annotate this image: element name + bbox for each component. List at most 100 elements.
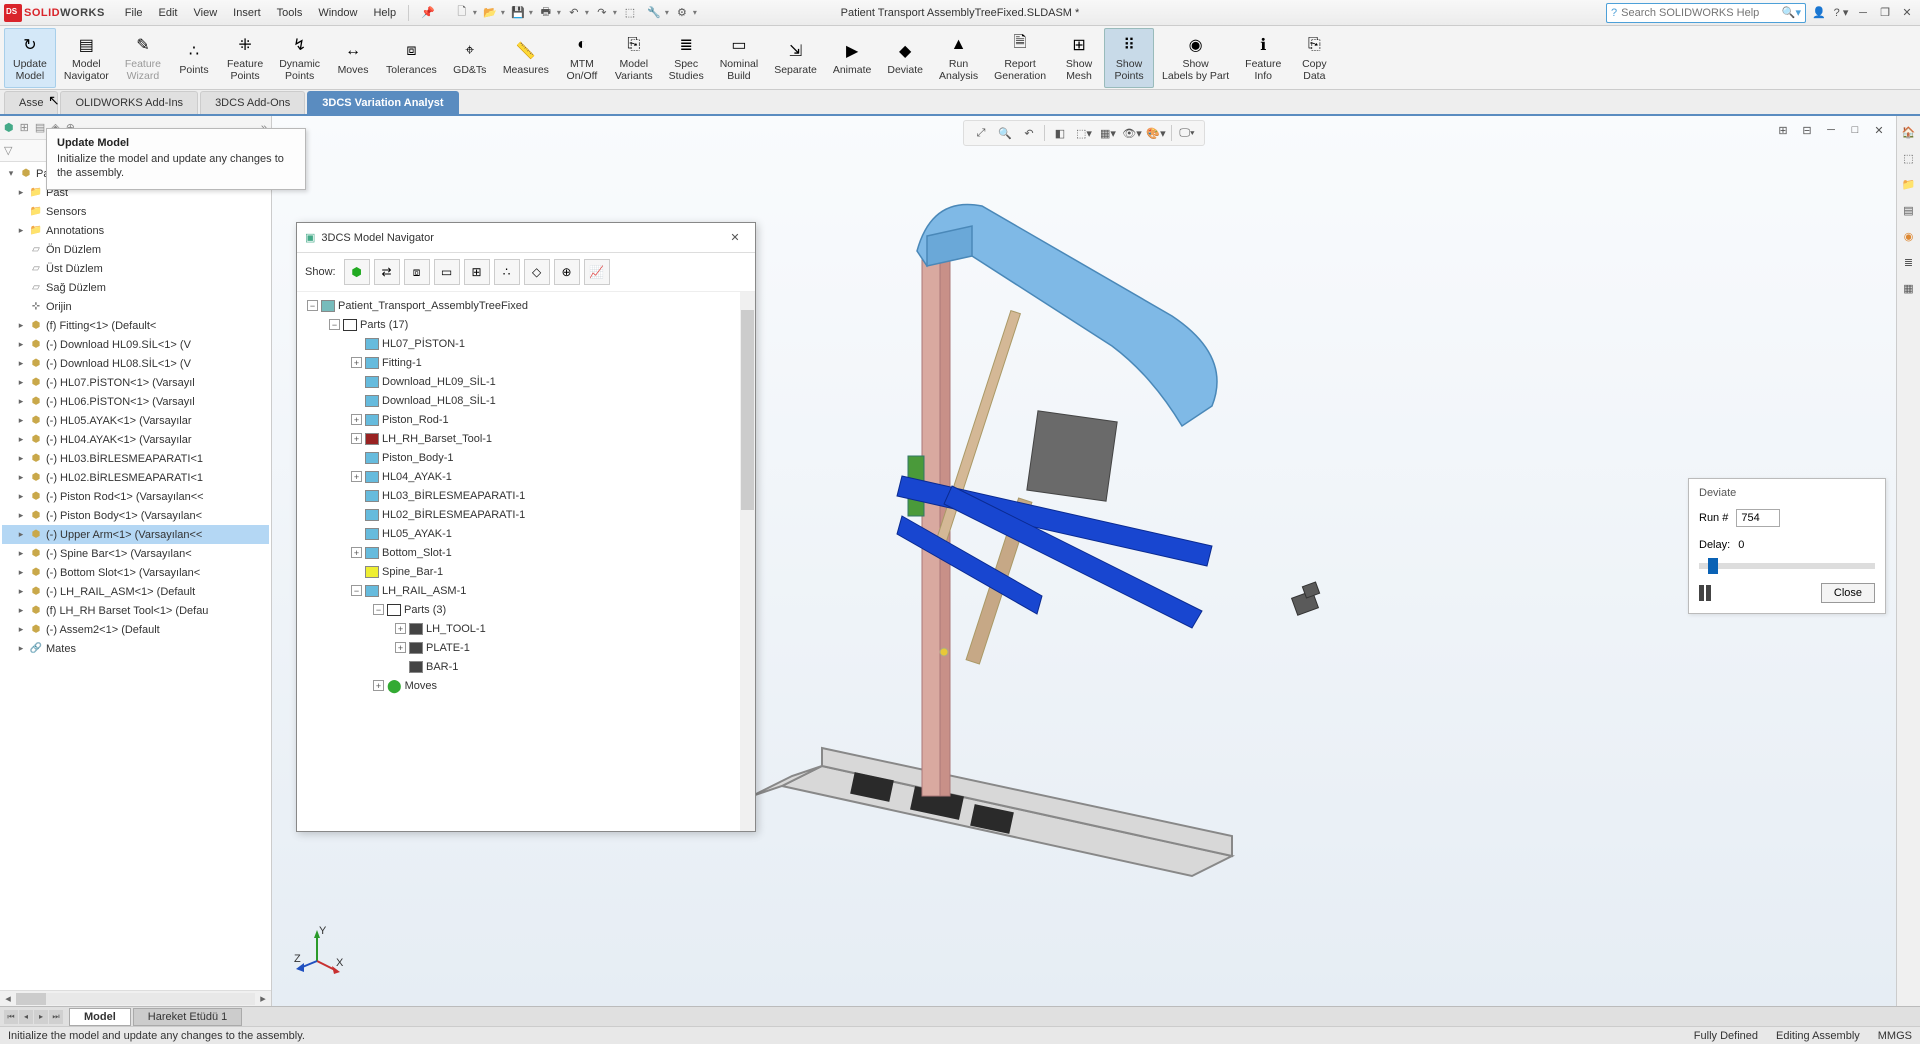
nav-tree-item[interactable]: −LH_RAIL_ASM-1 xyxy=(299,581,753,600)
nav-expand-icon[interactable]: + xyxy=(395,642,406,653)
ribbon-gd-ts[interactable]: ⌖GD&Ts xyxy=(445,28,495,88)
ribbon-animate[interactable]: ▶Animate xyxy=(825,28,880,88)
login-icon[interactable]: 👤 xyxy=(1810,4,1828,22)
nav-filter3-icon[interactable]: ⧈ xyxy=(404,259,430,285)
nav-tree-item[interactable]: Download_HL09_SİL-1 xyxy=(299,372,753,391)
tab-next-icon[interactable]: ▸ xyxy=(34,1010,48,1024)
tree-item[interactable]: ⊹Orijin xyxy=(2,297,269,316)
nav-filter9-icon[interactable]: 📈 xyxy=(584,259,610,285)
tree-item[interactable]: ▸⬢(f) Fitting<1> (Default< xyxy=(2,316,269,335)
nav-filter5-icon[interactable]: ⊞ xyxy=(464,259,490,285)
expand-icon[interactable]: ▸ xyxy=(16,567,26,578)
tree-h-scrollbar[interactable]: ◂ ▸ xyxy=(0,990,271,1006)
nav-expand-icon[interactable]: − xyxy=(329,319,340,330)
navigator-scroll-thumb[interactable] xyxy=(741,310,754,510)
ribbon-feature-info[interactable]: ℹFeatureInfo xyxy=(1237,28,1289,88)
tree-item[interactable]: ▸🔗Mates xyxy=(2,639,269,658)
search-icon[interactable]: 🔍▾ xyxy=(1782,6,1801,19)
ribbon-separate[interactable]: ⇲Separate xyxy=(766,28,825,88)
tree-item[interactable]: ▸⬢(-) HL06.PİSTON<1> (Varsayıl xyxy=(2,392,269,411)
ribbon-model-navigator[interactable]: ▤ModelNavigator xyxy=(56,28,117,88)
nav-tree-item[interactable]: −Parts (3) xyxy=(299,600,753,619)
tab-3dcs-add-ons[interactable]: 3DCS Add-Ons xyxy=(200,91,305,114)
feature-tree-tab-icon[interactable]: ⬢ xyxy=(4,121,14,134)
nav-tree-item[interactable]: +LH_TOOL-1 xyxy=(299,619,753,638)
nav-expand-icon[interactable]: + xyxy=(351,357,362,368)
print-icon[interactable]: 🖶 xyxy=(535,3,557,23)
nav-filter1-icon[interactable]: ⬢ xyxy=(344,259,370,285)
nav-tree-item[interactable]: Spine_Bar-1 xyxy=(299,562,753,581)
nav-tree-item[interactable]: −Patient_Transport_AssemblyTreeFixed xyxy=(299,296,753,315)
filter-icon[interactable]: ▽ xyxy=(4,144,12,157)
library-icon[interactable]: 📁 xyxy=(1899,174,1919,194)
tab-first-icon[interactable]: ⏮ xyxy=(4,1010,18,1024)
nav-tree-item[interactable]: Piston_Body-1 xyxy=(299,448,753,467)
menu-pin-icon[interactable]: 📌 xyxy=(413,2,443,23)
run-input[interactable] xyxy=(1736,509,1780,527)
view-palette-icon[interactable]: ▤ xyxy=(1899,200,1919,220)
menu-window[interactable]: Window xyxy=(310,3,365,23)
vp-window2-icon[interactable]: ⊟ xyxy=(1796,120,1818,140)
expand-icon[interactable]: ▸ xyxy=(16,472,26,483)
expand-icon[interactable]: ▸ xyxy=(16,453,26,464)
menu-view[interactable]: View xyxy=(186,3,226,23)
menu-tools[interactable]: Tools xyxy=(269,3,311,23)
expand-icon[interactable]: ▸ xyxy=(16,643,26,654)
nav-expand-icon[interactable]: + xyxy=(351,547,362,558)
ribbon-dynamic-points[interactable]: ↯DynamicPoints xyxy=(271,28,328,88)
custom-props-icon[interactable]: ≣ xyxy=(1899,252,1919,272)
expand-icon[interactable]: ▸ xyxy=(16,510,26,521)
tree-item[interactable]: ▸⬢(-) Piston Rod<1> (Varsayılan<< xyxy=(2,487,269,506)
resources-icon[interactable]: ⬚ xyxy=(1899,148,1919,168)
nav-tree-item[interactable]: +⬤Moves xyxy=(299,676,753,695)
nav-tree-item[interactable]: BAR-1 xyxy=(299,657,753,676)
expand-icon[interactable]: ▸ xyxy=(16,548,26,559)
navigator-titlebar[interactable]: ▣ 3DCS Model Navigator ✕ xyxy=(297,223,755,253)
select-icon[interactable]: ⬚ xyxy=(619,3,641,23)
tree-item[interactable]: ▸⬢(-) Assem2<1> (Default xyxy=(2,620,269,639)
undo-icon[interactable]: ↶ xyxy=(563,3,585,23)
ribbon-points[interactable]: ∴Points xyxy=(169,28,219,88)
nav-tree-item[interactable]: +Piston_Rod-1 xyxy=(299,410,753,429)
tree-item[interactable]: ▱Üst Düzlem xyxy=(2,259,269,278)
expand-icon[interactable]: ▸ xyxy=(16,605,26,616)
forum-icon[interactable]: ▦ xyxy=(1899,278,1919,298)
nav-expand-icon[interactable]: − xyxy=(307,300,318,311)
nav-expand-icon[interactable]: + xyxy=(351,433,362,444)
deviate-close-button[interactable]: Close xyxy=(1821,583,1875,603)
nav-tree-item[interactable]: Download_HL08_SİL-1 xyxy=(299,391,753,410)
expand-icon[interactable]: ▸ xyxy=(16,586,26,597)
tab-3dcs-variation-analyst[interactable]: 3DCS Variation Analyst xyxy=(307,91,458,114)
ribbon-spec-studies[interactable]: ≣SpecStudies xyxy=(661,28,712,88)
tab-prev-icon[interactable]: ◂ xyxy=(19,1010,33,1024)
tree-item[interactable]: ▸⬢(f) LH_RH Barset Tool<1> (Defau xyxy=(2,601,269,620)
tree-item[interactable]: ▸⬢(-) Spine Bar<1> (Varsayılan< xyxy=(2,544,269,563)
ribbon-show-mesh[interactable]: ⊞ShowMesh xyxy=(1054,28,1104,88)
ribbon-tolerances[interactable]: ⧈Tolerances xyxy=(378,28,445,88)
redo-icon[interactable]: ↷ xyxy=(591,3,613,23)
nav-filter7-icon[interactable]: ◇ xyxy=(524,259,550,285)
nav-expand-icon[interactable]: + xyxy=(351,414,362,425)
minimize-icon[interactable]: ─ xyxy=(1854,4,1872,22)
navigator-scrollbar[interactable] xyxy=(740,292,755,831)
nav-tree-item[interactable]: −Parts (17) xyxy=(299,315,753,334)
tree-item[interactable]: ▸⬢(-) HL03.BİRLESMEAPARATI<1 xyxy=(2,449,269,468)
menu-edit[interactable]: Edit xyxy=(151,3,186,23)
tree-item[interactable]: ▸⬢(-) Upper Arm<1> (Varsayılan<< xyxy=(2,525,269,544)
menu-file[interactable]: File xyxy=(117,3,151,23)
ribbon-show-points[interactable]: ⠿ShowPoints xyxy=(1104,28,1154,88)
scroll-thumb[interactable] xyxy=(16,993,46,1005)
expand-icon[interactable]: ▸ xyxy=(16,396,26,407)
vp-maximize-icon[interactable]: □ xyxy=(1844,120,1866,140)
ribbon-deviate[interactable]: ◆Deviate xyxy=(879,28,931,88)
expand-icon[interactable]: ▸ xyxy=(16,358,26,369)
nav-tree-item[interactable]: +PLATE-1 xyxy=(299,638,753,657)
expand-icon[interactable]: ▸ xyxy=(16,624,26,635)
tree-item[interactable]: ▱Ön Düzlem xyxy=(2,240,269,259)
ribbon-report-generation[interactable]: 🗎ReportGeneration xyxy=(986,28,1054,88)
nav-expand-icon[interactable]: − xyxy=(351,585,362,596)
nav-filter6-icon[interactable]: ∴ xyxy=(494,259,520,285)
scroll-right-icon[interactable]: ▸ xyxy=(255,992,271,1005)
nav-expand-icon[interactable]: + xyxy=(351,471,362,482)
open-icon[interactable]: 📂 xyxy=(479,3,501,23)
